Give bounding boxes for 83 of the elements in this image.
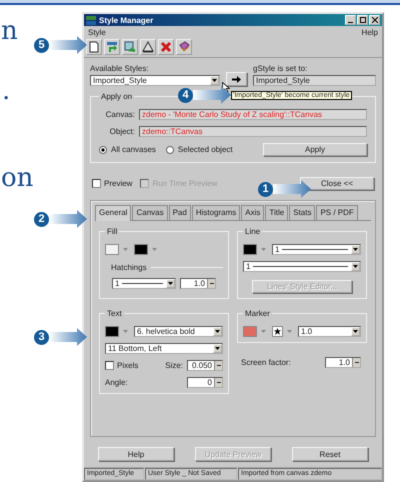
step-badge: 2: [34, 212, 49, 226]
tab[interactable]: Stats: [289, 205, 316, 220]
group-title: Marker: [244, 309, 271, 318]
slide-text: .: [2, 78, 10, 104]
group-title: Text: [106, 309, 123, 318]
size-spinner[interactable]: 0.050: [187, 360, 223, 371]
dialog-button[interactable]: Help: [98, 447, 174, 461]
dialog-button[interactable]: Reset: [292, 447, 368, 461]
x-icon[interactable]: [158, 39, 174, 55]
gstyle-label: gStyle is set to:: [253, 64, 308, 73]
marker-size-dropdown[interactable]: 1.0: [298, 326, 361, 337]
color-swatch[interactable]: [134, 244, 148, 255]
slide-text: on: [1, 165, 34, 191]
hatch-width-spinner[interactable]: 1.0: [180, 278, 216, 289]
maximize-button[interactable]: [357, 15, 368, 25]
window-title: Style Manager: [99, 16, 154, 24]
angle-label: Angle:: [105, 378, 128, 387]
line-width-dropdown[interactable]: 1: [272, 244, 361, 255]
styles-dropdown[interactable]: Imported_Style: [90, 75, 220, 86]
size-label: Size:: [165, 361, 183, 370]
arrow-icon: [49, 36, 87, 54]
minimize-button[interactable]: [345, 15, 356, 25]
gstyle-field: Imported_Style: [253, 75, 376, 86]
arrow-icon: [49, 328, 87, 346]
caret-icon: [353, 265, 358, 268]
step-badge: 5: [34, 38, 49, 52]
new-document-icon[interactable]: [86, 39, 102, 55]
tab[interactable]: Canvas: [132, 205, 168, 220]
tab[interactable]: Title: [265, 205, 288, 220]
font-dropdown[interactable]: 6. helvetica bold: [134, 326, 223, 337]
caret-icon: [215, 330, 220, 333]
screen-factor-spinner[interactable]: 1.0: [325, 357, 361, 368]
screen-factor-label: Screen factor:: [241, 358, 291, 367]
color-swatch[interactable]: [243, 326, 257, 337]
radio-option[interactable]: Selected object: [166, 145, 233, 154]
object-label: Object:: [108, 127, 135, 136]
hatch-style-dropdown[interactable]: 1: [112, 278, 176, 289]
group-title: Line: [244, 227, 262, 236]
object-field: zdemo::TCanvas: [139, 126, 367, 137]
color-swatch[interactable]: [243, 244, 257, 255]
menu-item[interactable]: Help: [362, 28, 378, 37]
arrow-icon: [232, 76, 241, 82]
caret-icon: [168, 282, 173, 285]
close-icon: [372, 17, 378, 23]
angle-spinner[interactable]: 0: [187, 377, 223, 388]
tab[interactable]: PS / PDF: [316, 205, 358, 220]
apply-button[interactable]: Apply: [263, 143, 367, 156]
caret-icon: [215, 347, 220, 350]
caret-icon: [353, 248, 358, 251]
canvas-field: zdemo - 'Monte Carlo Study of Z scaling'::TCanvas: [139, 109, 367, 120]
set-style-button[interactable]: [226, 72, 247, 86]
arrow-icon: [273, 180, 311, 198]
tab[interactable]: Pad: [168, 205, 191, 220]
tab[interactable]: Histograms: [192, 205, 240, 220]
color-swatch[interactable]: [105, 244, 119, 255]
available-styles-label: Available Styles:: [90, 64, 150, 73]
export-icon[interactable]: [122, 39, 138, 55]
marker-style-icon[interactable]: [272, 326, 283, 337]
import-icon[interactable]: [104, 39, 120, 55]
group-title: Fill: [106, 227, 118, 236]
arrow-icon: [193, 86, 231, 104]
checkbox-option[interactable]: Preview: [92, 179, 132, 188]
book-icon[interactable]: [176, 39, 192, 55]
align-dropdown[interactable]: 11 Bottom, Left: [105, 343, 223, 354]
tab[interactable]: Axis: [241, 205, 264, 220]
group-title: Apply on: [100, 92, 134, 101]
menu-item[interactable]: Style: [88, 28, 106, 37]
tab[interactable]: General: [95, 205, 132, 221]
caret-icon: [212, 79, 217, 82]
color-swatch[interactable]: [105, 326, 119, 337]
radio-option[interactable]: All canvases: [99, 145, 156, 154]
close-button[interactable]: [369, 15, 380, 25]
step-badge: 3: [34, 330, 49, 344]
app-icon: [86, 16, 96, 24]
hatchings-label: Hatchings: [111, 263, 147, 272]
arrow-icon: [49, 210, 87, 228]
slide-text: n: [1, 18, 18, 44]
pixels-checkbox[interactable]: Pixels: [105, 361, 138, 370]
caret-icon: [353, 330, 358, 333]
close-panel-button[interactable]: Close <<: [300, 177, 374, 190]
canvas-label: Canvas:: [104, 110, 135, 119]
line-style-dropdown[interactable]: 1: [243, 261, 361, 272]
maximize-icon: [360, 17, 366, 23]
